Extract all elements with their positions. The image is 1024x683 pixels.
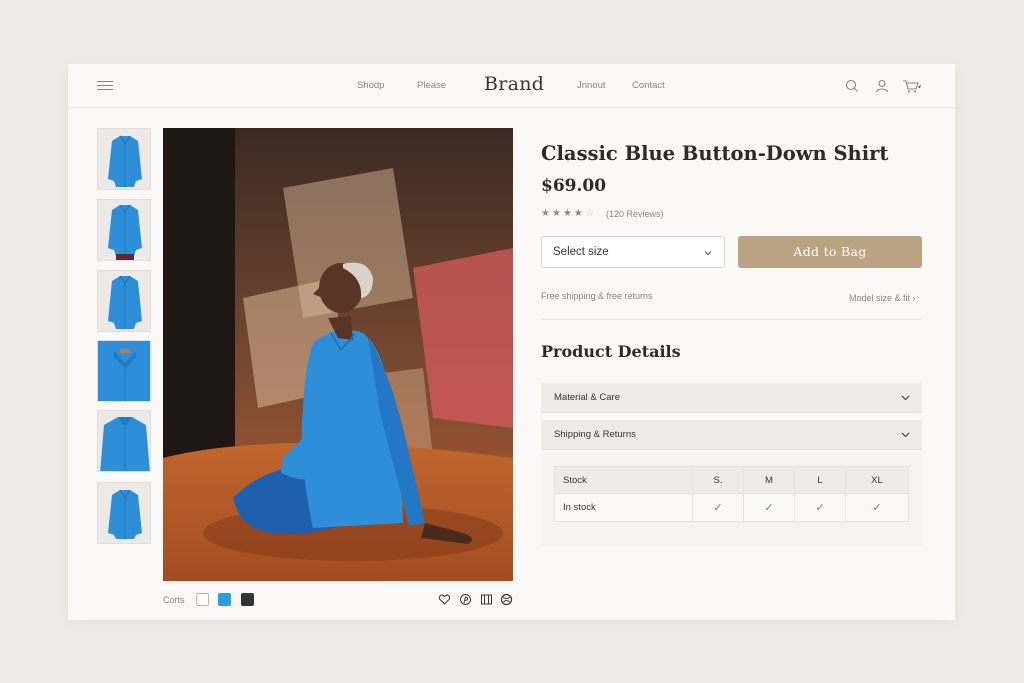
table-row: In stock ✓ ✓ ✓ ✓ bbox=[554, 493, 910, 522]
heart-icon[interactable] bbox=[438, 593, 451, 606]
product-page-card: Shodp Please Brand Jnnout Contact Corts … bbox=[68, 64, 955, 620]
cart-icon[interactable] bbox=[902, 78, 922, 94]
swatch-white[interactable] bbox=[196, 593, 209, 606]
nav-link-contact[interactable]: Contact bbox=[632, 80, 665, 91]
globe-icon[interactable] bbox=[500, 593, 513, 606]
table-cell: In stock bbox=[554, 493, 693, 522]
chevron-right-icon: › bbox=[912, 293, 916, 303]
chevron-down-icon bbox=[901, 395, 910, 401]
nav-link-shop[interactable]: Shodp bbox=[357, 80, 384, 91]
pinterest-icon[interactable] bbox=[459, 593, 472, 606]
user-icon[interactable] bbox=[874, 78, 890, 94]
thumbnail-1[interactable] bbox=[97, 128, 151, 190]
accordion-label: Material & Care bbox=[554, 392, 620, 403]
main-product-image[interactable] bbox=[163, 128, 513, 581]
search-icon[interactable] bbox=[844, 78, 860, 94]
table-header: M bbox=[742, 466, 795, 494]
product-details-title: Product Details bbox=[541, 342, 681, 361]
thumbnail-6[interactable] bbox=[97, 482, 151, 544]
model-size-link[interactable]: Model size & fit › bbox=[849, 293, 916, 303]
thumbnail-4[interactable] bbox=[97, 340, 151, 402]
check-icon: ✓ bbox=[742, 493, 795, 522]
table-header: L bbox=[793, 466, 846, 494]
accordion-material-care[interactable]: Material & Care bbox=[541, 383, 922, 413]
stock-panel: Stock S. M L XL In stock ✓ ✓ ✓ ✓ bbox=[541, 453, 922, 545]
chevron-down-icon bbox=[704, 251, 712, 256]
swatch-black[interactable] bbox=[241, 593, 254, 606]
product-price: $69.00 bbox=[541, 176, 607, 196]
nav-link-please[interactable]: Please bbox=[417, 80, 446, 91]
table-header: XL bbox=[844, 466, 910, 494]
site-header: Shodp Please Brand Jnnout Contact bbox=[68, 64, 955, 108]
thumbnail-3[interactable] bbox=[97, 270, 151, 332]
share-icon[interactable] bbox=[480, 593, 493, 606]
thumbnail-5[interactable] bbox=[97, 410, 151, 472]
product-title: Classic Blue Button-Down Shirt bbox=[541, 142, 889, 165]
table-header: S. bbox=[692, 466, 744, 494]
colors-label: Corts bbox=[163, 595, 185, 605]
size-select-label: Select size bbox=[553, 246, 609, 258]
accordion-shipping-returns[interactable]: Shipping & Returns bbox=[541, 420, 922, 450]
size-select[interactable]: Select size bbox=[541, 236, 725, 268]
accordion-label: Shipping & Returns bbox=[554, 429, 636, 440]
stock-table: Stock S. M L XL In stock ✓ ✓ ✓ ✓ bbox=[554, 466, 910, 522]
swatch-blue[interactable] bbox=[218, 593, 231, 606]
add-to-bag-button[interactable]: Add to Bag bbox=[738, 236, 922, 268]
check-icon: ✓ bbox=[793, 493, 846, 522]
nav-link-journal[interactable]: Jnnout bbox=[577, 80, 606, 91]
reviews-link[interactable]: (120 Reviews) bbox=[606, 209, 664, 219]
table-header-row: Stock S. M L XL bbox=[554, 466, 910, 494]
model-size-label: Model size & fit bbox=[849, 293, 911, 303]
rating-stars: ★★★★☆ bbox=[541, 208, 596, 219]
brand-logo[interactable]: Brand bbox=[484, 73, 544, 95]
check-icon: ✓ bbox=[844, 493, 910, 522]
thumbnail-2[interactable] bbox=[97, 199, 151, 261]
menu-icon[interactable] bbox=[97, 81, 113, 91]
divider bbox=[541, 319, 922, 320]
shipping-note: Free shipping & free returns bbox=[541, 291, 653, 301]
check-icon: ✓ bbox=[692, 493, 744, 522]
table-header: Stock bbox=[554, 466, 693, 494]
chevron-down-icon bbox=[901, 432, 910, 438]
